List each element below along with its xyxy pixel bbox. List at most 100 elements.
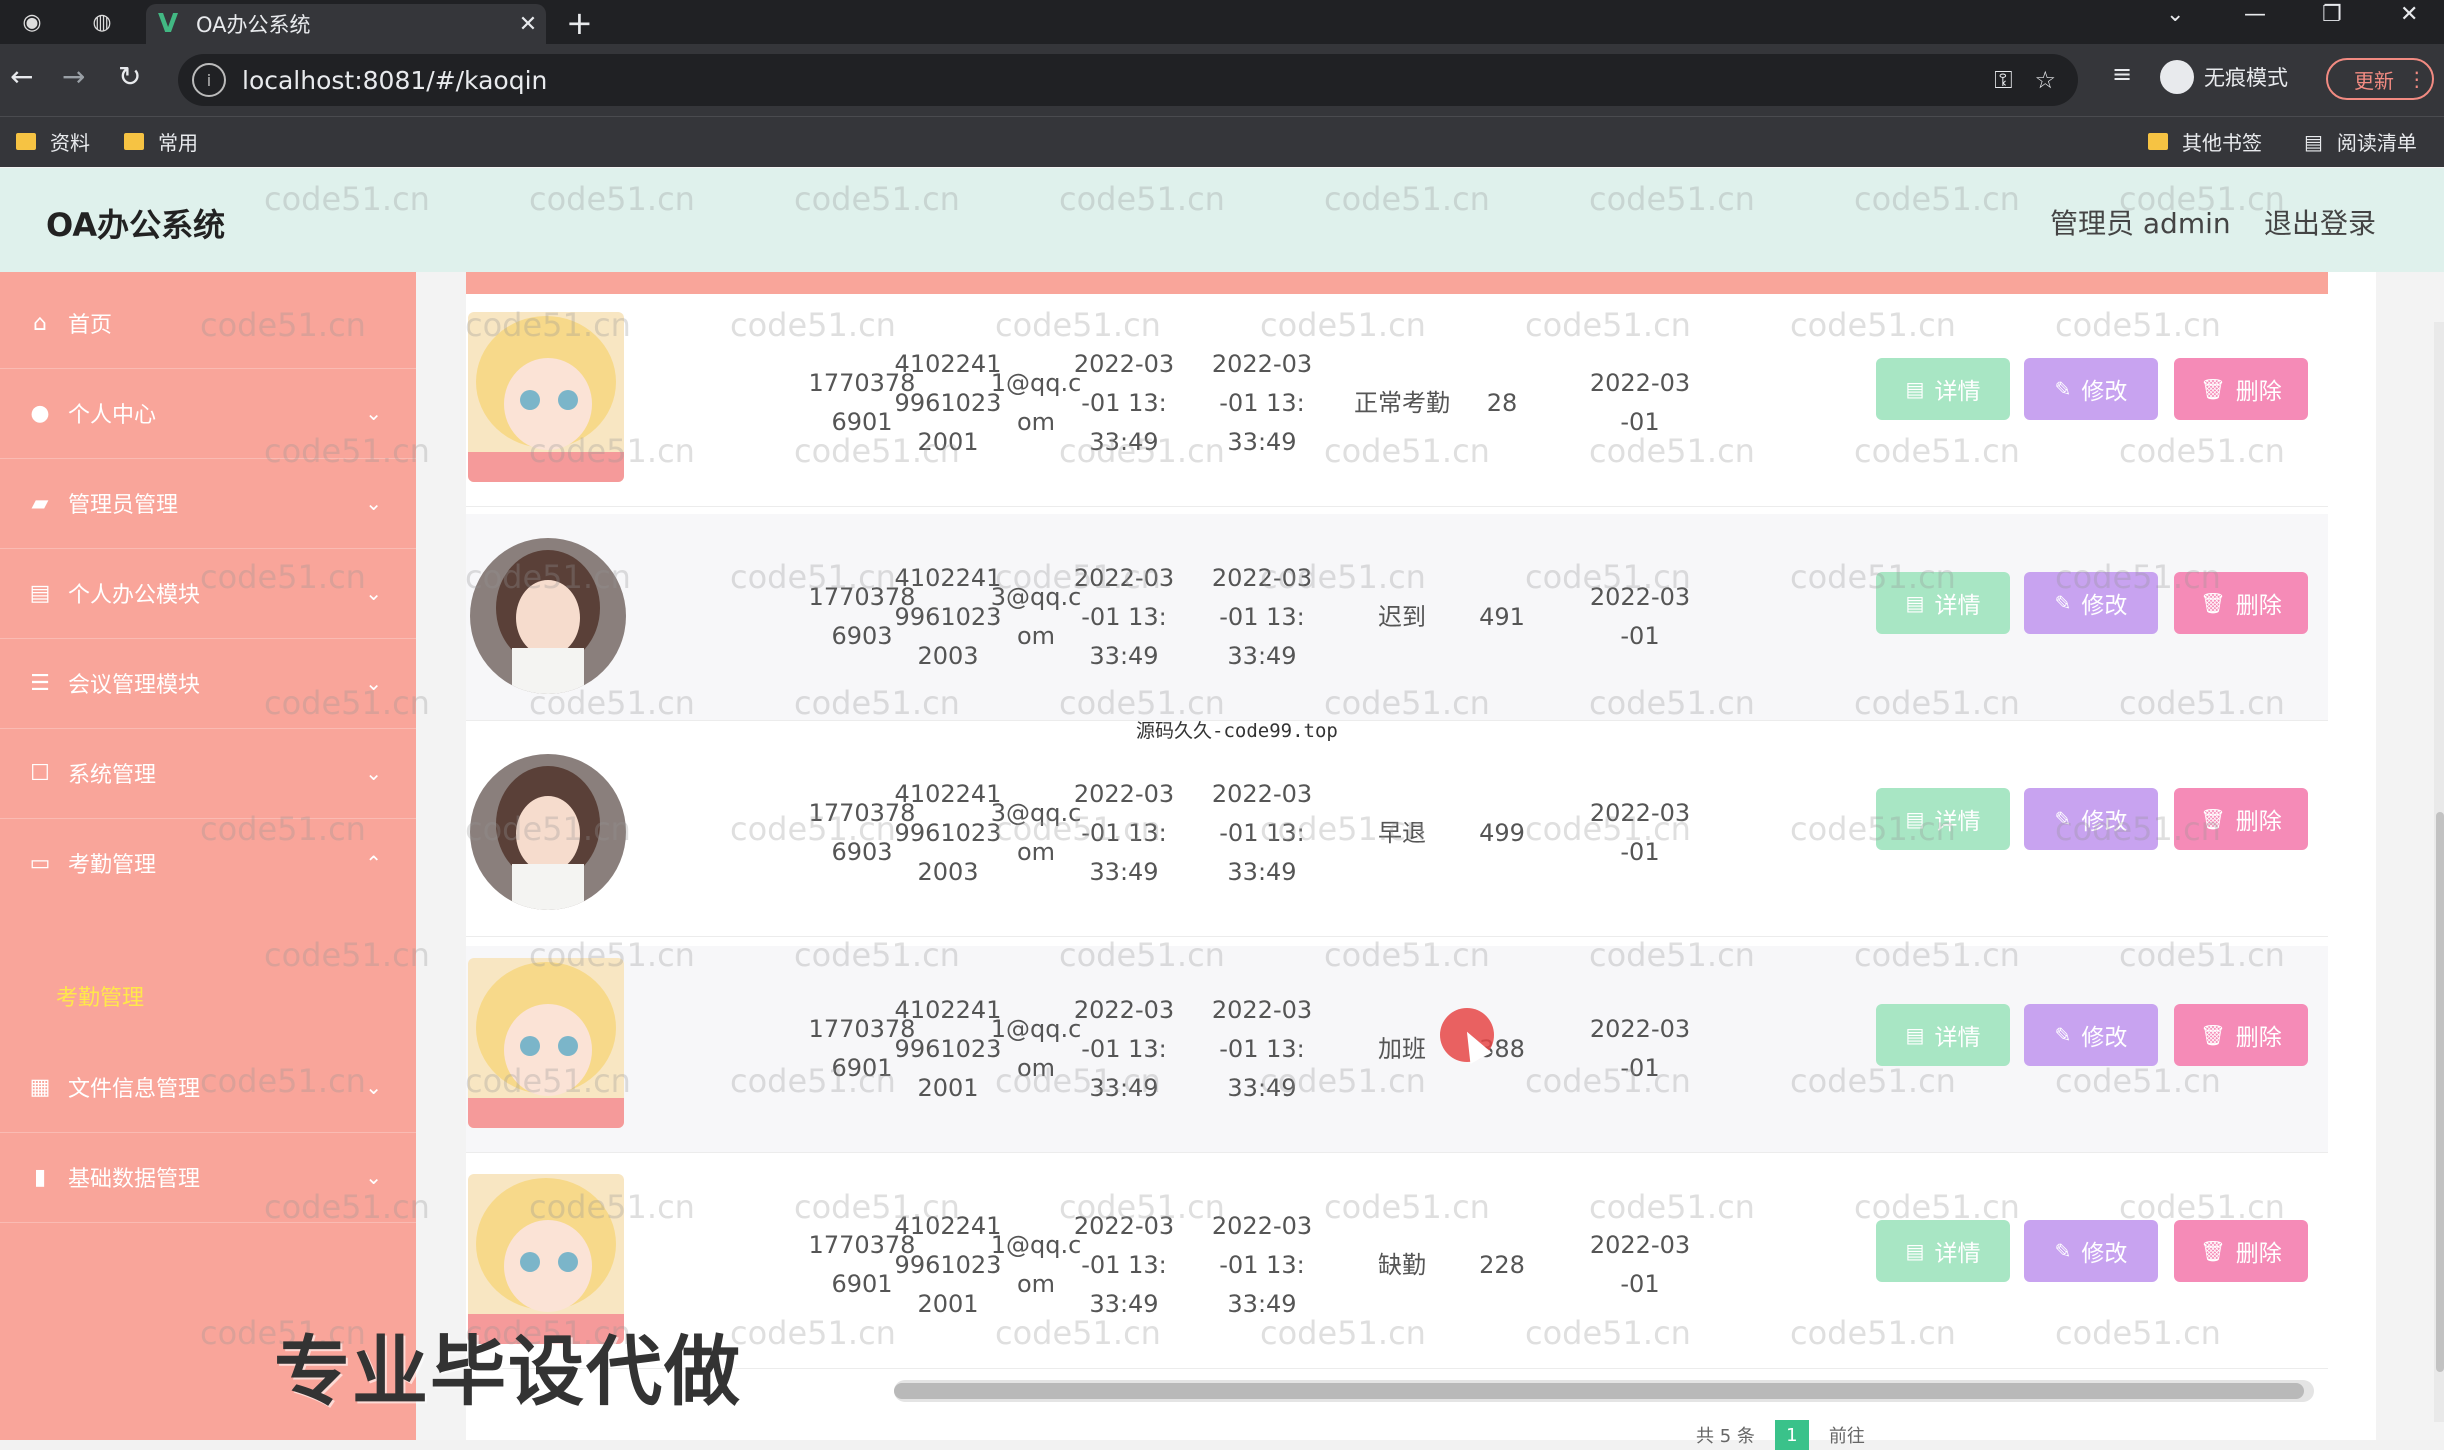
incognito-indicator[interactable]: 无痕模式 <box>2160 60 2288 94</box>
table-row: 1770378 6901 4102241 9961023 2001 1@qq.c o… <box>466 300 2328 507</box>
avatar <box>468 958 624 1128</box>
chevron-down-icon: ⌄ <box>365 1165 382 1189</box>
browser-logo-icon[interactable]: ◉ <box>16 6 48 38</box>
back-icon[interactable]: ← <box>10 60 33 93</box>
cell-time: 2022-03 -01 13: 33:49 <box>1073 563 1175 670</box>
star-icon[interactable]: ☆ <box>2034 66 2056 94</box>
cell-date: 2022-03 -01 <box>1589 369 1691 436</box>
delete-button[interactable]: 🗑 删除 <box>2174 1004 2308 1066</box>
scrollbar-thumb[interactable] <box>2436 812 2444 1372</box>
detail-button[interactable]: ▤ 详情 <box>1876 358 2010 420</box>
trash-icon: 🗑 <box>2200 377 2226 401</box>
detail-button[interactable]: ▤ 详情 <box>1876 1220 2010 1282</box>
avatar <box>470 754 626 910</box>
chevron-down-icon: ⌄ <box>365 581 382 605</box>
sidebar-item-basedata[interactable]: ▮ 基础数据管理 ⌄ <box>0 1132 416 1223</box>
url-text[interactable]: localhost:8081/#/kaoqin <box>242 66 1994 95</box>
extension-icon[interactable]: ◍ <box>86 6 118 38</box>
table-card: 1770378 6901 4102241 9961023 2001 1@qq.c o… <box>466 272 2376 1440</box>
cell-time: 2022-03 -01 13: 33:49 <box>1073 349 1175 456</box>
sidebar-item-files[interactable]: ▦ 文件信息管理 ⌄ <box>0 1042 416 1133</box>
cell-count: 499 <box>1479 818 1525 847</box>
restore-icon[interactable]: ❐ <box>2322 2 2342 27</box>
edit-button[interactable]: ✎ 修改 <box>2024 358 2158 420</box>
reading-list[interactable]: ▤ 阅读清单 <box>2304 127 2417 156</box>
address-bar: ← → ↻ i localhost:8081/#/kaoqin ⚿ ☆ ≡ 无痕… <box>0 44 2444 116</box>
cell-date: 2022-03 -01 <box>1589 583 1691 650</box>
admin-icon: ▰ <box>31 490 49 516</box>
square-icon: ☐ <box>30 760 50 786</box>
edit-button[interactable]: ✎ 修改 <box>2024 1220 2158 1282</box>
cell-count: 491 <box>1479 602 1525 631</box>
folder-icon <box>16 133 36 150</box>
detail-button[interactable]: ▤ 详情 <box>1876 788 2010 850</box>
home-icon: ⌂ <box>33 310 47 336</box>
detail-button[interactable]: ▤ 详情 <box>1876 1004 2010 1066</box>
sidebar-item-label: 系统管理 <box>68 763 157 788</box>
scrollbar-thumb[interactable] <box>894 1383 2304 1399</box>
edit-button[interactable]: ✎ 修改 <box>2024 1004 2158 1066</box>
key-icon[interactable]: ⚿ <box>1994 66 2012 94</box>
sidebar-item-attendance[interactable]: ▭ 考勤管理 ⌃ <box>0 818 416 908</box>
sidebar-item-profile[interactable]: ● 个人中心 ⌄ <box>0 368 416 459</box>
document-icon: ▤ <box>1905 1023 1925 1047</box>
reload-icon[interactable]: ↻ <box>118 60 141 93</box>
window-close-icon[interactable]: ✕ <box>2400 2 2418 27</box>
bookmark-folder[interactable]: 其他书签 <box>2148 127 2262 156</box>
bookmark-label: 阅读清单 <box>2336 131 2417 155</box>
cell-time: 2022-03 -01 13: 33:49 <box>1073 1211 1175 1318</box>
sidebar-item-label: 个人中心 <box>68 403 157 428</box>
url-omnibox[interactable]: i localhost:8081/#/kaoqin ⚿ ☆ <box>178 54 2078 106</box>
sidebar-item-meetings[interactable]: ☰ 会议管理模块 ⌄ <box>0 638 416 729</box>
chevron-down-icon: ⌄ <box>365 1075 382 1099</box>
pencil-icon: ✎ <box>2054 1239 2072 1263</box>
chevron-down-icon: ⌄ <box>365 401 382 425</box>
edit-button[interactable]: ✎ 修改 <box>2024 788 2158 850</box>
reading-list-icon[interactable]: ≡ <box>2112 60 2132 88</box>
trash-icon: 🗑 <box>2200 1023 2226 1047</box>
tab-search-icon[interactable]: ⌄ <box>2166 2 2184 27</box>
table-row: 1770378 6903 4102241 9961023 2003 3@qq.c o… <box>466 514 2328 721</box>
folder-icon <box>124 133 144 150</box>
delete-button[interactable]: 🗑 删除 <box>2174 572 2308 634</box>
sidebar-item-system[interactable]: ☐ 系统管理 ⌄ <box>0 728 416 819</box>
sidebar-item-office[interactable]: ▤ 个人办公模块 ⌄ <box>0 548 416 639</box>
browser-tab[interactable]: V OA办公系统 ✕ <box>146 4 546 44</box>
minimize-icon[interactable]: — <box>2244 2 2266 27</box>
cell-time: 2022-03 -01 13: 33:49 <box>1211 1211 1313 1318</box>
file-icon: ▦ <box>29 1074 51 1100</box>
briefcase-icon: ▤ <box>29 580 51 606</box>
update-button[interactable]: 更新 ⋮ <box>2326 58 2434 100</box>
edit-button[interactable]: ✎ 修改 <box>2024 572 2158 634</box>
delete-button[interactable]: 🗑 删除 <box>2174 358 2308 420</box>
cell-time: 2022-03 -01 13: 33:49 <box>1211 779 1313 886</box>
bookmark-folder[interactable]: 资料 <box>16 127 90 156</box>
vertical-scrollbar[interactable] <box>2434 322 2444 1422</box>
bookmark-folder[interactable]: 常用 <box>124 127 198 156</box>
bookmark-label: 常用 <box>158 131 198 155</box>
horizontal-scrollbar[interactable] <box>894 1380 2314 1402</box>
detail-button[interactable]: ▤ 详情 <box>1876 572 2010 634</box>
delete-button[interactable]: 🗑 删除 <box>2174 788 2308 850</box>
delete-button[interactable]: 🗑 删除 <box>2174 1220 2308 1282</box>
sidebar-item-label: 文件信息管理 <box>68 1077 201 1102</box>
sidebar-item-label: 个人办公模块 <box>68 583 201 608</box>
logout-link[interactable]: 退出登录 <box>2264 202 2376 242</box>
card-icon: ▭ <box>29 850 51 876</box>
center-watermark: 源码久久-code99.top <box>1136 720 1338 742</box>
trash-icon: 🗑 <box>2200 591 2226 615</box>
info-icon[interactable]: i <box>192 63 226 97</box>
cell-time: 2022-03 -01 13: 33:49 <box>1211 995 1313 1102</box>
sidebar-item-home[interactable]: ⌂ 首页 <box>0 278 416 369</box>
update-label: 更新 <box>2354 68 2394 93</box>
chart-icon: ▮ <box>33 1164 47 1190</box>
forward-icon[interactable]: → <box>62 60 85 93</box>
pager-current-page[interactable]: 1 <box>1774 1420 1809 1450</box>
new-tab-icon[interactable]: + <box>566 4 593 42</box>
overlay-text: 专业毕设代做 <box>274 1327 742 1416</box>
table-header <box>466 272 2328 294</box>
sidebar-item-admins[interactable]: ▰ 管理员管理 ⌄ <box>0 458 416 549</box>
sidebar-subitem-attendance[interactable]: 考勤管理 <box>56 980 144 1012</box>
close-icon[interactable]: ✕ <box>510 12 546 37</box>
pagination: 共 5 条 1 前往 <box>1696 1420 1865 1450</box>
